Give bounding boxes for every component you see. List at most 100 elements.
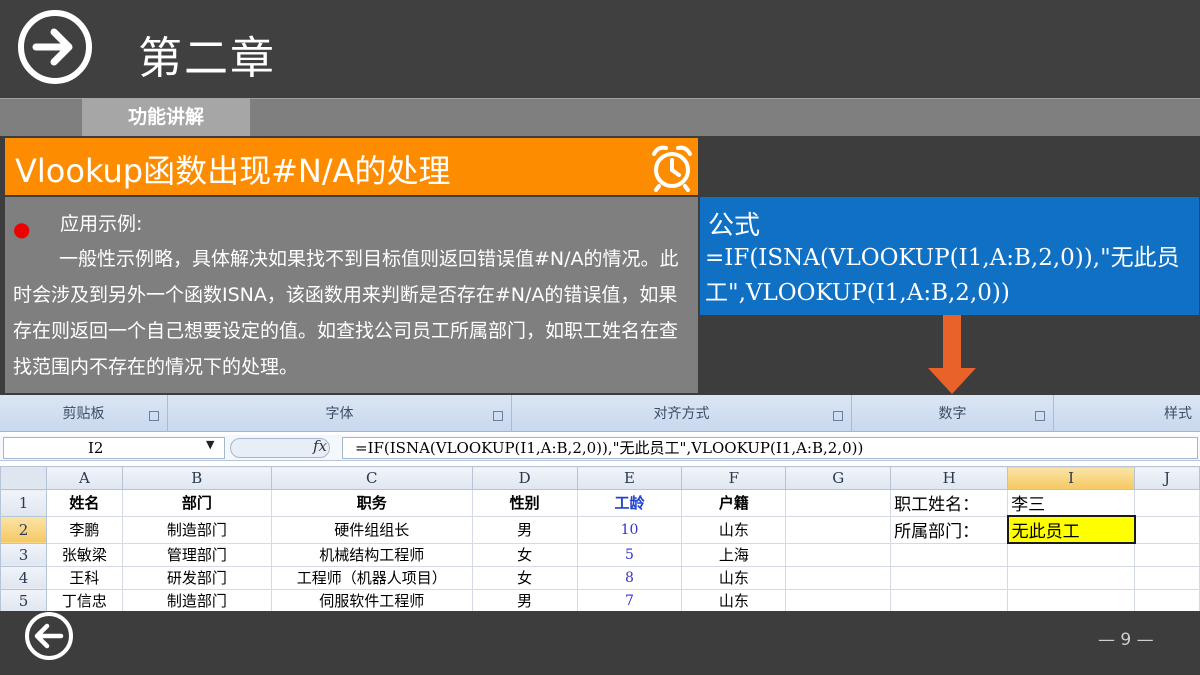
dialog-launcher-icon[interactable] <box>833 411 843 421</box>
slide-title: 第二章 <box>138 33 276 84</box>
table-cell[interactable]: 男 <box>471 515 578 544</box>
formula-input[interactable]: =IF(ISNA(VLOOKUP(I1,A:B,2,0)),"无此员工",VLO… <box>342 437 1198 459</box>
empty-cell[interactable] <box>785 565 892 590</box>
topic-bar: Vlookup函数出现#N/A的处理 <box>5 138 698 195</box>
next-arrow-icon[interactable] <box>18 10 92 84</box>
table-cell[interactable]: 管理部门 <box>121 542 272 567</box>
table-cell[interactable]: 山东 <box>681 565 787 590</box>
row-header[interactable]: 5 <box>0 588 47 611</box>
row-header[interactable]: 3 <box>0 542 47 567</box>
table-cell[interactable]: 8 <box>576 565 683 590</box>
empty-cell[interactable] <box>1134 489 1200 517</box>
row-header-selected[interactable]: 2 <box>0 515 47 544</box>
ribbon-group-font[interactable]: 字体 <box>168 395 512 432</box>
column-header[interactable]: J <box>1134 466 1200 490</box>
table-cell[interactable]: 丁信忠 <box>45 588 123 611</box>
empty-cell[interactable] <box>1007 542 1136 567</box>
table-cell[interactable]: 男 <box>471 588 578 611</box>
lookup-dept-label[interactable]: 所属部门： <box>890 515 1009 544</box>
column-header[interactable]: H <box>890 466 1009 490</box>
table-cell[interactable]: 山东 <box>681 515 787 544</box>
slide-header: 第二章 <box>0 0 1200 98</box>
alarm-clock-icon <box>648 142 696 196</box>
name-box[interactable]: I2 <box>3 437 225 459</box>
column-header[interactable]: F <box>681 466 787 490</box>
table-cell[interactable]: 上海 <box>681 542 787 567</box>
table-cell[interactable]: 5 <box>576 542 683 567</box>
column-header[interactable]: D <box>471 466 578 490</box>
ribbon-group-label: 对齐方式 <box>653 406 710 422</box>
ribbon-group-label: 字体 <box>325 406 354 422</box>
dialog-launcher-icon[interactable] <box>149 411 159 421</box>
empty-cell[interactable] <box>785 542 892 567</box>
table-header-cell[interactable]: 性别 <box>471 489 578 517</box>
empty-cell[interactable] <box>1007 565 1136 590</box>
dialog-launcher-icon[interactable] <box>493 411 503 421</box>
ribbon-group-label: 数字 <box>938 406 967 422</box>
ribbon-group-label: 剪贴板 <box>62 406 105 422</box>
fx-icon[interactable]: fx <box>313 437 327 455</box>
lookup-name-value[interactable]: 李三 <box>1007 489 1136 517</box>
down-arrow-icon <box>943 315 961 369</box>
table-header-cell[interactable]: 部门 <box>121 489 272 517</box>
empty-cell[interactable] <box>1007 588 1136 611</box>
table-cell[interactable]: 机械结构工程师 <box>270 542 473 567</box>
table-cell[interactable]: 研发部门 <box>121 565 272 590</box>
empty-cell[interactable] <box>1134 515 1200 544</box>
column-header-selected[interactable]: I <box>1007 466 1136 490</box>
table-cell[interactable]: 制造部门 <box>121 588 272 611</box>
ribbon: 剪贴板 字体 对齐方式 数字 样式 <box>0 395 1200 432</box>
table-header-cell[interactable]: 工龄 <box>576 489 683 517</box>
table-header-cell[interactable]: 职务 <box>270 489 473 517</box>
section-label: 功能讲解 <box>127 106 204 128</box>
table-cell[interactable]: 7 <box>576 588 683 611</box>
column-header[interactable]: B <box>121 466 272 490</box>
ribbon-group-styles[interactable]: 样式 <box>1054 395 1200 432</box>
ribbon-group-clipboard[interactable]: 剪贴板 <box>0 395 168 432</box>
table-cell[interactable]: 山东 <box>681 588 787 611</box>
column-header[interactable]: C <box>270 466 473 490</box>
formula-text: =IF(ISNA(VLOOKUP(I1,A:B,2,0)),"无此员工",VLO… <box>705 245 1180 306</box>
active-cell-result[interactable]: 无此员工 <box>1006 515 1136 544</box>
column-header[interactable]: G <box>785 466 892 490</box>
empty-cell[interactable] <box>1134 565 1200 590</box>
table-cell[interactable]: 伺服软件工程师 <box>270 588 473 611</box>
table-cell[interactable]: 女 <box>471 542 578 567</box>
column-header[interactable]: A <box>45 466 123 490</box>
formula-panel: 公式 =IF(ISNA(VLOOKUP(I1,A:B,2,0)),"无此员工",… <box>700 197 1199 315</box>
table-cell[interactable]: 制造部门 <box>121 515 272 544</box>
table-cell[interactable]: 女 <box>471 565 578 590</box>
table-cell[interactable]: 张敏梁 <box>45 542 123 567</box>
row-header[interactable]: 1 <box>0 489 47 517</box>
empty-cell[interactable] <box>890 542 1009 567</box>
column-header[interactable]: E <box>576 466 683 490</box>
table-header-cell[interactable]: 姓名 <box>45 489 123 517</box>
bullet-icon: ● <box>13 217 31 241</box>
dialog-launcher-icon[interactable] <box>1035 411 1045 421</box>
empty-cell[interactable] <box>785 515 892 544</box>
table-cell[interactable]: 硬件组组长 <box>270 515 473 544</box>
back-arrow-icon[interactable] <box>25 612 73 660</box>
table-header-cell[interactable]: 户籍 <box>681 489 787 517</box>
ribbon-group-label: 样式 <box>1164 406 1192 422</box>
table-cell[interactable]: 10 <box>576 515 683 544</box>
table-cell[interactable]: 李鹏 <box>45 515 123 544</box>
ribbon-group-alignment[interactable]: 对齐方式 <box>512 395 852 432</box>
empty-cell[interactable] <box>890 588 1009 611</box>
row-header[interactable]: 4 <box>0 565 47 590</box>
empty-cell[interactable] <box>890 565 1009 590</box>
ribbon-group-number[interactable]: 数字 <box>852 395 1054 432</box>
empty-cell[interactable] <box>785 489 892 517</box>
formula-bar: I2 ▼ fx =IF(ISNA(VLOOKUP(I1,A:B,2,0)),"无… <box>0 435 1200 461</box>
dropdown-arrow-icon[interactable]: ▼ <box>206 438 214 451</box>
select-all-corner[interactable] <box>0 466 47 490</box>
spreadsheet-grid: A B C D E F G H I J 1 姓名 部门 职务 性别 工龄 户籍 … <box>0 466 1200 611</box>
empty-cell[interactable] <box>1134 542 1200 567</box>
table-cell[interactable]: 王科 <box>45 565 123 590</box>
empty-cell[interactable] <box>785 588 892 611</box>
down-arrow-head <box>928 368 976 394</box>
empty-cell[interactable] <box>1134 588 1200 611</box>
description-lead: 应用示例: <box>60 213 143 235</box>
table-cell[interactable]: 工程师（机器人项目） <box>270 565 473 590</box>
lookup-name-label[interactable]: 职工姓名： <box>890 489 1009 517</box>
